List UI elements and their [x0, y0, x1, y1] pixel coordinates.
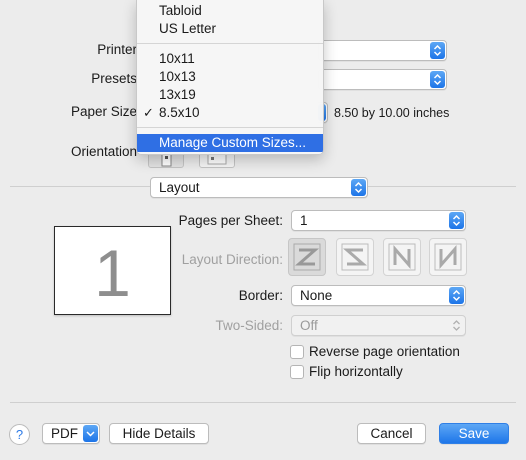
layout-direction-z-button[interactable]	[288, 238, 326, 276]
flip-horizontally-checkbox[interactable]	[290, 365, 304, 379]
chevron-updown-icon	[449, 212, 464, 229]
layout-n-icon	[388, 243, 416, 271]
menu-item-manage-custom-sizes[interactable]: Manage Custom Sizes...	[137, 134, 323, 152]
save-button[interactable]: Save	[439, 423, 509, 444]
layout-reverse-z-icon	[341, 243, 369, 271]
chevron-updown-icon	[430, 71, 445, 88]
menu-separator	[137, 43, 323, 44]
section-select-value: Layout	[159, 180, 200, 195]
menu-item-8-5x10[interactable]: ✓ 8.5x10	[137, 104, 323, 122]
chevron-updown-icon	[430, 42, 445, 59]
chevron-updown-icon	[449, 287, 464, 304]
layout-direction-n-button[interactable]	[383, 238, 421, 276]
cancel-button[interactable]: Cancel	[357, 423, 426, 444]
two-sided-select[interactable]: Off	[291, 315, 466, 336]
chevron-updown-icon	[449, 317, 464, 334]
orientation-label: Orientation	[70, 144, 137, 159]
chevron-updown-icon	[351, 179, 366, 196]
flip-horizontally-label: Flip horizontally	[309, 364, 403, 379]
menu-item-us-letter[interactable]: US Letter	[137, 20, 323, 38]
layout-direction-reverse-n-button[interactable]	[429, 238, 467, 276]
paper-size-dimensions: 8.50 by 10.00 inches	[334, 106, 450, 120]
pages-per-sheet-select[interactable]: 1	[291, 210, 466, 231]
two-sided-value: Off	[300, 318, 318, 333]
border-select[interactable]: None	[291, 285, 466, 306]
border-value: None	[300, 288, 333, 303]
menu-item-13x19[interactable]: 13x19	[137, 86, 323, 104]
layout-direction-label: Layout Direction:	[181, 252, 283, 267]
page-preview: 1	[54, 226, 171, 315]
border-label: Border:	[238, 288, 283, 303]
pages-per-sheet-value: 1	[300, 213, 308, 228]
menu-item-10x13[interactable]: 10x13	[137, 68, 323, 86]
help-button[interactable]: ?	[9, 424, 30, 445]
footer-divider	[10, 402, 516, 403]
pdf-label: PDF	[51, 426, 78, 441]
layout-reverse-n-icon	[434, 243, 462, 271]
chevron-down-icon	[83, 425, 98, 442]
hide-details-button[interactable]: Hide Details	[109, 423, 209, 444]
section-select[interactable]: Layout	[150, 177, 368, 198]
layout-z-icon	[293, 243, 321, 271]
page-preview-number: 1	[94, 236, 131, 310]
menu-item-10x11[interactable]: 10x11	[137, 50, 323, 68]
layout-direction-reverse-z-button[interactable]	[336, 238, 374, 276]
two-sided-label: Two-Sided:	[215, 318, 283, 333]
reverse-orientation-checkbox[interactable]	[290, 345, 304, 359]
presets-label: Presets	[91, 71, 137, 86]
menu-item-tabloid[interactable]: Tabloid	[137, 2, 323, 20]
presets-select[interactable]	[318, 69, 447, 90]
paper-size-label: Paper Size	[70, 104, 137, 119]
printer-label: Printer	[97, 42, 137, 57]
paper-size-menu: Tabloid US Letter 10x11 10x13 13x19 ✓ 8.…	[136, 0, 324, 155]
printer-select[interactable]	[318, 40, 447, 61]
menu-separator	[137, 127, 323, 128]
pdf-menu-button[interactable]: PDF	[42, 423, 100, 444]
checkmark-icon: ✓	[143, 105, 154, 120]
pages-per-sheet-label: Pages per Sheet:	[178, 213, 283, 228]
reverse-orientation-label: Reverse page orientation	[309, 344, 460, 359]
menu-item-label: 8.5x10	[159, 105, 200, 120]
